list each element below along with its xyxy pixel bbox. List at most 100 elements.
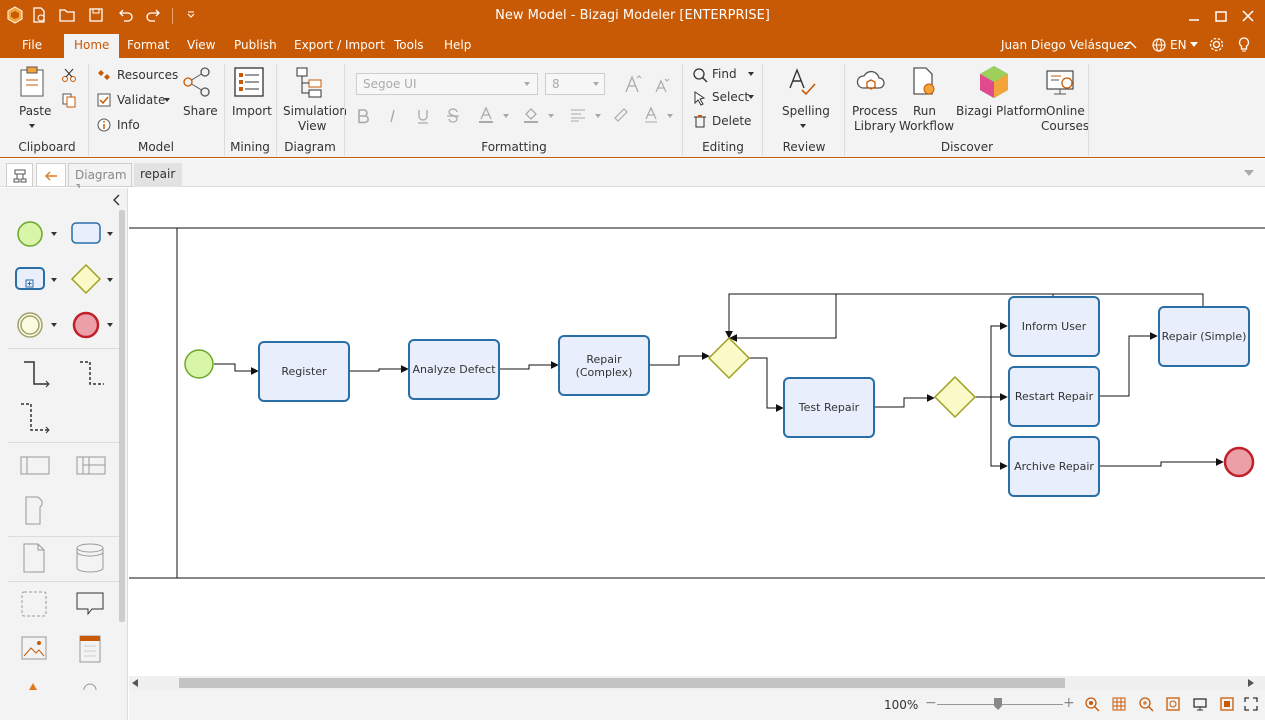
process-library-icon[interactable] [855, 66, 887, 98]
zoom-slider-thumb[interactable] [993, 697, 1003, 711]
flow-gateway-test[interactable] [749, 357, 784, 412]
spelling-button[interactable]: Spelling [782, 104, 830, 118]
language-selector[interactable]: EN [1170, 38, 1187, 52]
task-restart-repair[interactable]: Restart Repair [1008, 366, 1100, 427]
chevron-down-icon[interactable] [107, 232, 113, 236]
end-event[interactable] [1223, 446, 1255, 478]
align-icon[interactable] [570, 108, 586, 122]
share-icon[interactable] [181, 66, 213, 98]
back-button[interactable] [36, 163, 66, 187]
chevron-down-icon[interactable] [51, 278, 57, 282]
task-register[interactable]: Register [258, 341, 350, 402]
gateway-1[interactable] [707, 336, 751, 380]
text-effect-icon[interactable] [643, 106, 659, 124]
flow-analyze-repair-complex[interactable] [499, 361, 559, 370]
gear-icon[interactable] [1208, 36, 1225, 53]
clear-format-icon[interactable] [613, 107, 629, 123]
globe-icon[interactable] [1151, 37, 1167, 53]
lightbulb-icon[interactable] [1237, 36, 1251, 54]
close-icon[interactable] [1238, 6, 1258, 26]
task-analyze-defect[interactable]: Analyze Defect [408, 339, 500, 400]
fullscreen-icon[interactable] [1243, 696, 1259, 712]
group-shape[interactable] [20, 590, 48, 618]
font-family-select[interactable]: Segoe UI [356, 73, 538, 95]
chevron-down-icon[interactable] [51, 232, 57, 236]
flow-restart-repair-simple[interactable] [1099, 332, 1158, 397]
menu-help[interactable]: Help [444, 38, 471, 52]
start-event[interactable] [184, 349, 214, 379]
user-name[interactable]: Juan Diego Velásquez [1001, 38, 1130, 52]
overview-icon[interactable] [1219, 696, 1235, 712]
simulation-view-icon[interactable] [294, 66, 326, 98]
zoom-selection-icon[interactable] [1138, 696, 1154, 712]
diagram-explorer-button[interactable] [6, 163, 33, 187]
share-button[interactable]: Share [183, 104, 218, 118]
scroll-left-icon[interactable] [132, 679, 138, 687]
info-button[interactable]: Info [117, 118, 140, 132]
comment-shape[interactable] [74, 590, 106, 618]
intermediate-event-shape[interactable] [15, 310, 45, 340]
end-event-shape[interactable] [71, 310, 101, 340]
zoom-in-icon[interactable]: + [1063, 695, 1075, 711]
run-workflow-button[interactable]: Run [913, 104, 936, 118]
chevron-down-icon[interactable] [51, 323, 57, 327]
menu-file[interactable]: File [22, 38, 42, 52]
pool-shape[interactable] [19, 454, 51, 478]
menu-export-import[interactable]: Export / Import [294, 38, 385, 52]
gateway-shape[interactable] [70, 263, 102, 295]
sequence-flow-shape[interactable] [20, 358, 52, 390]
horizontal-scrollbar[interactable] [129, 676, 1265, 690]
minimize-icon[interactable] [1184, 6, 1204, 26]
chevron-down-icon[interactable] [107, 323, 113, 327]
strikethrough-icon[interactable] [446, 108, 460, 124]
flow-repair-simple-gateway[interactable] [729, 293, 1204, 342]
bizagi-platform-button[interactable]: Bizagi Platform [956, 104, 1047, 118]
find-button[interactable]: Find [712, 67, 737, 81]
task-repair-simple[interactable]: Repair (Simple) [1158, 306, 1250, 367]
tab-list-icon[interactable] [1244, 170, 1254, 176]
flow-gateway2-inform[interactable] [975, 322, 1008, 398]
task-inform-user[interactable]: Inform User [1008, 296, 1100, 357]
underline-icon[interactable] [416, 108, 430, 124]
flow-start-register[interactable] [214, 363, 259, 375]
spelling-icon[interactable] [786, 66, 818, 98]
tab-repair[interactable]: repair [134, 163, 182, 187]
task-test-repair[interactable]: Test Repair [783, 377, 875, 438]
flow-inform-gateway[interactable] [725, 293, 1054, 339]
process-library-button[interactable]: Process [852, 104, 898, 118]
scroll-right-icon[interactable] [1248, 679, 1254, 687]
menu-home[interactable]: Home [64, 34, 120, 58]
palette-scrollbar[interactable] [119, 210, 125, 622]
import-icon[interactable] [233, 66, 265, 98]
chevron-down-icon[interactable] [107, 278, 113, 282]
grow-font-icon[interactable] [624, 74, 642, 94]
task-repair-complex[interactable]: Repair (Complex) [558, 335, 650, 396]
menu-view[interactable]: View [187, 38, 215, 52]
simulation-view-button[interactable]: Simulation [283, 104, 347, 118]
flow-repair-complex-gateway[interactable] [649, 352, 710, 366]
presentation-icon[interactable] [1192, 696, 1208, 712]
message-flow-shape[interactable] [76, 358, 108, 390]
start-event-shape[interactable] [15, 219, 45, 249]
data-object-shape[interactable] [20, 542, 48, 574]
menu-publish[interactable]: Publish [234, 38, 277, 52]
task-shape[interactable] [70, 221, 102, 245]
association-shape[interactable] [18, 400, 52, 434]
select-button[interactable]: Select [712, 90, 749, 104]
collapse-palette-icon[interactable] [112, 194, 122, 206]
flow-register-analyze[interactable] [349, 365, 409, 373]
flow-archive-end[interactable] [1099, 458, 1224, 467]
fit-page-icon[interactable] [1165, 696, 1181, 712]
gateway-2[interactable] [933, 375, 977, 419]
flow-test-gateway2[interactable] [874, 394, 935, 408]
delete-button[interactable]: Delete [712, 114, 751, 128]
online-courses-button[interactable]: Online [1046, 104, 1085, 118]
annotation-shape[interactable] [20, 494, 48, 526]
menu-tools[interactable]: Tools [394, 38, 424, 52]
run-workflow-icon[interactable] [908, 66, 938, 98]
bold-icon[interactable] [356, 108, 370, 124]
paste-button[interactable]: Paste [19, 104, 51, 118]
data-store-shape[interactable] [74, 542, 106, 574]
italic-icon[interactable] [387, 108, 399, 124]
diagram-canvas[interactable]: Register Analyze Defect Repair (Complex)… [127, 188, 1265, 676]
